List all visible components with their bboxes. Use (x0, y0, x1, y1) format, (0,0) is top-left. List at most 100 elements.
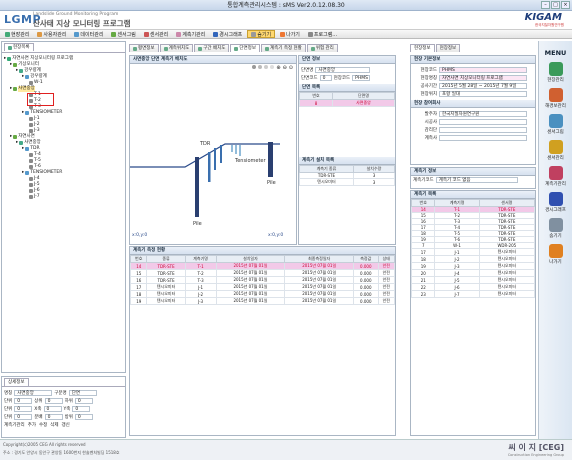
menu-item[interactable]: 데이터관리 (71, 30, 106, 38)
window-title: 통합계측관리시스템 : sMS Ver2.0.12.08.30 (0, 0, 572, 11)
side-menu-item[interactable]: 해경보관리 (539, 88, 572, 109)
name-field[interactable]: 사면중앙 (14, 390, 53, 396)
circle-tool-icon[interactable] (258, 65, 263, 69)
expand-icon[interactable]: ▸ (16, 68, 18, 74)
table-row[interactable]: 17 텐시오미터 J-1 2015년 07월 01일 2015년 07월 01일 0.00… (129, 283, 396, 291)
menu-item[interactable]: 프로그램... (305, 30, 340, 38)
side-menu-item[interactable]: 센서관리 (539, 140, 572, 161)
close-button[interactable]: × (561, 1, 570, 9)
menu-item[interactable]: 센서그림 (108, 30, 138, 38)
side-menu-item[interactable]: 현장관리 (539, 62, 572, 83)
tab-right[interactable]: 현장정보 (435, 44, 461, 52)
expand-icon[interactable]: ▸ (10, 86, 12, 92)
detail-field[interactable]: 0 (74, 414, 93, 420)
detail-field[interactable]: 0 (14, 406, 33, 412)
zoom-in-icon[interactable]: ⊕ (276, 65, 280, 71)
side-menu-item[interactable]: 경시그래프 (539, 192, 572, 213)
section-info-panel: 단면 정보 단면명 사면중앙 단면코드 0 현장코드 PHMS 단면 목록 번호 단면명 8… (298, 55, 396, 245)
column-header: 센서명 (478, 199, 536, 207)
minimize-button[interactable]: – (541, 1, 550, 9)
info-field[interactable]: 자연사면 지상모니터링 프로그램 (439, 75, 527, 81)
detail-field[interactable]: 0 (44, 398, 63, 404)
menu-item[interactable]: 계측기관리 (173, 30, 208, 38)
detail-field[interactable]: 0 (14, 414, 33, 420)
expand-icon[interactable]: ▸ (22, 74, 24, 80)
expand-icon[interactable]: ▸ (16, 140, 18, 146)
table-cell: 텐시오미터 (299, 178, 354, 186)
tab-right[interactable]: 현장정보 (410, 44, 435, 52)
table-row[interactable]: 18 텐시오미터 J-2 2015년 07월 01일 2015년 07월 01일 0.00… (129, 290, 396, 298)
side-menu-item[interactable]: 계측기관리 (539, 166, 572, 187)
menu-item[interactable]: 숨기기 (247, 30, 276, 38)
table-row[interactable]: 21 J-5 텐시오미터 (410, 276, 536, 284)
expand-icon[interactable]: ▸ (22, 146, 24, 152)
circle-tool-icon[interactable] (270, 65, 275, 69)
tab-center[interactable]: 단면정보 (230, 44, 260, 52)
circle-tool-icon[interactable] (264, 65, 269, 69)
refresh-button[interactable]: 갱신 (62, 422, 70, 428)
expand-icon[interactable]: ▸ (10, 134, 12, 140)
table-row[interactable]: 19 텐시오미터 J-3 2015년 07월 01일 2015년 07월 01일 0.00… (129, 297, 396, 305)
table-row[interactable]: 18 J-2 텐시오미터 (410, 255, 536, 263)
menu-item[interactable]: 센서관리 (141, 30, 171, 38)
info-field[interactable] (439, 127, 527, 133)
expand-icon[interactable]: ▸ (4, 56, 6, 62)
tab-center[interactable]: 계측기 측정 현황 (260, 44, 306, 52)
menu-item[interactable]: 현장관리 (2, 30, 32, 38)
menu-item[interactable]: 경시그래프 (210, 30, 245, 38)
section-name-field[interactable]: 사면중앙 (315, 67, 371, 73)
detail-field[interactable]: 0 (14, 398, 33, 404)
tree-node[interactable]: J-7 (4, 194, 123, 200)
site-code-field[interactable]: PHMS (352, 75, 371, 81)
tab-center[interactable]: 위험 관리 (306, 44, 338, 52)
info-field[interactable]: PHMS (439, 67, 527, 73)
edit-button[interactable]: 수정 (39, 422, 47, 428)
table-row[interactable]: 23 J-7 텐시오미터 (410, 290, 536, 298)
site-tree[interactable]: ▸ 자연사면 지상모니터링 프로그램 ▸ 기상모니터 ▸ 강우량계 ▸ 강우량계 W-1 ▸ 사면중… (2, 51, 125, 372)
side-menu-item[interactable]: 센서그림 (539, 114, 572, 135)
fit-icon[interactable]: ⊙ (289, 65, 293, 71)
tab-detail[interactable]: 상세정보 (4, 378, 29, 386)
table-row[interactable]: 16 TDR-STE T-3 2015년 07월 01일 2015년 07월 01일 0.… (129, 276, 396, 284)
side-menu-item[interactable]: 숨기기 (539, 218, 572, 239)
menu-item[interactable]: 사용자관리 (34, 30, 69, 38)
table-row[interactable]: 20 J-4 텐시오미터 (410, 269, 536, 277)
delete-button[interactable]: 삭제 (50, 422, 58, 428)
section-code-field[interactable]: 0 (319, 75, 332, 81)
table-row[interactable]: 15 TDR-STE T-2 2015년 07월 01일 2015년 07월 01일 0.… (129, 269, 396, 277)
manage-button[interactable]: 계측기관리 (4, 422, 25, 428)
type-select[interactable]: 단면 (68, 390, 97, 396)
tab-center[interactable]: 계측위치도 (159, 44, 194, 52)
pile-right (268, 142, 273, 177)
zoom-out-icon[interactable]: ⊖ (283, 65, 287, 71)
side-menu-item[interactable]: 나가기 (539, 244, 572, 265)
detail-field[interactable]: 0 (43, 406, 62, 412)
sensor-code-field[interactable]: 계측기 코드 없음 (435, 177, 518, 183)
table-row[interactable]: 17 J-1 텐시오미터 (410, 248, 536, 256)
detail-field[interactable]: 0 (44, 414, 63, 420)
side-menu-icon (548, 114, 563, 128)
add-button[interactable]: 추가 (28, 422, 36, 428)
tab-center[interactable]: 구간 배치도 (194, 44, 230, 52)
expand-icon[interactable]: ▸ (22, 110, 24, 116)
table-row[interactable]: 22 J-6 텐시오미터 (410, 283, 536, 291)
info-field[interactable] (439, 135, 527, 141)
table-row[interactable]: 19 J-3 텐시오미터 (410, 262, 536, 270)
menu-item[interactable]: 나가기 (277, 30, 303, 38)
table-row[interactable]: 8 사면중앙 (299, 99, 395, 107)
expand-icon[interactable]: ▸ (10, 62, 12, 68)
circle-tool-icon[interactable] (252, 65, 257, 69)
maximize-button[interactable]: □ (551, 1, 560, 9)
detail-field[interactable]: 0 (74, 398, 93, 404)
table-row[interactable]: 텐시오미터 3 (299, 178, 396, 186)
info-field[interactable]: 2015년 5월 28일 ~ 2015년 7월 9일 (439, 83, 527, 89)
tab-center[interactable]: 평면정보 (129, 44, 159, 52)
table-row[interactable]: 14 TDR-STE T-1 2015년 07월 01일 2015년 07월 01일 0.… (129, 262, 396, 270)
company-subtitle: Construction Engineering Group (507, 453, 564, 457)
info-field[interactable] (439, 119, 527, 125)
info-field[interactable]: 포항 일대 (439, 91, 527, 97)
expand-icon[interactable]: ▸ (22, 170, 24, 176)
info-field[interactable]: 한국지질자원연구원 (439, 111, 527, 117)
detail-field[interactable]: 0 (72, 406, 91, 412)
tab-site-list[interactable]: 현장목록 (4, 43, 34, 51)
